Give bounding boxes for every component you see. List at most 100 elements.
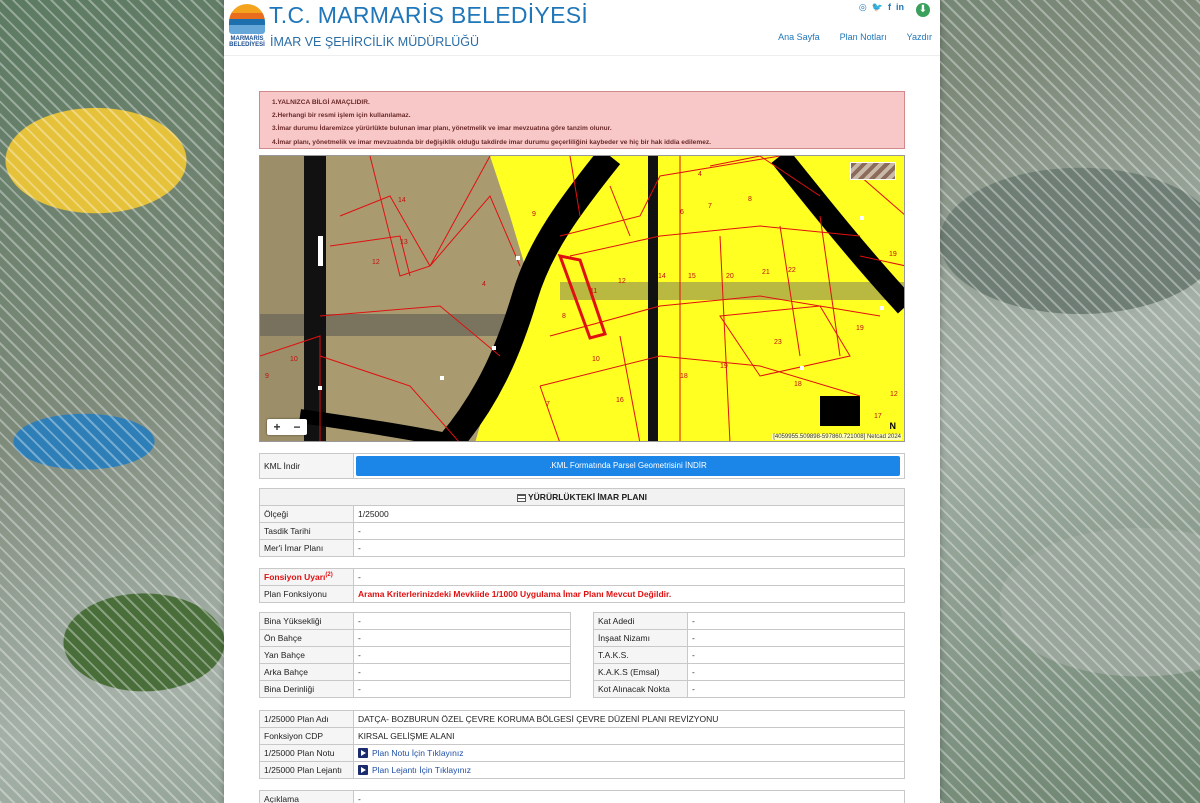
twitter-icon[interactable]: 🐦 — [872, 2, 883, 13]
nav-print[interactable]: Yazdır — [907, 32, 932, 42]
zoom-in-button[interactable]: + — [267, 419, 287, 435]
parcel-label: 15 — [688, 273, 696, 280]
plan25000-name-value: DATÇA- BOZBURUN ÖZEL ÇEVRE KORUMA BÖLGES… — [353, 710, 905, 728]
parcel-label: 6 — [680, 209, 684, 216]
plan-row-label: Mer'i İmar Planı — [259, 539, 354, 557]
building-label: Bina Derinliği — [259, 680, 354, 698]
cdp-function-label: Fonksiyon CDP — [259, 727, 354, 745]
building-label: K.A.K.S (Emsal) — [593, 663, 688, 681]
instagram-icon[interactable]: ◎ — [859, 2, 867, 13]
disclaimer-line: 1.YALNIZCA BİLGİ AMAÇLIDIR. — [272, 99, 370, 106]
zoom-out-button[interactable]: − — [287, 419, 307, 435]
play-icon — [358, 765, 368, 776]
header: MARMARİS BELEDİYESİ T.C. MARMARİS BELEDİ… — [224, 0, 940, 56]
parcel-label: 12 — [372, 259, 380, 266]
plan-row-value: 1/25000 — [353, 505, 905, 523]
map-coordinates: [4059955.509898-597860.721008] Netcad 20… — [772, 434, 902, 440]
plan-header-text: YÜRÜRLÜKTEKİ İMAR PLANI — [528, 492, 647, 502]
function-warning-label: Fonsiyon Uyarı(2) — [259, 568, 354, 586]
building-label: Bina Yüksekliği — [259, 612, 354, 630]
parcel-label: 18 — [680, 373, 688, 380]
plan-legend-link[interactable]: Plan Lejantı İçin Tıklayınız — [372, 765, 471, 775]
table-icon — [517, 493, 526, 502]
map-canvas[interactable]: 14 13 12 4 9 10 8 9 7 16 10 12 11 14 15 … — [260, 156, 905, 442]
site-subtitle: İMAR VE ŞEHİRCİLİK MÜDÜRLÜĞÜ — [270, 35, 480, 49]
parcel-label: 7 — [708, 203, 712, 210]
disclaimer-line: 2.Herhangi bir resmi işlem için kullanıl… — [272, 112, 411, 120]
facebook-icon[interactable]: f — [888, 2, 891, 13]
plan25000-name-label: 1/25000 Plan Adı — [259, 710, 354, 728]
building-value: - — [353, 646, 571, 664]
cdp-function-value: KIRSAL GELİŞME ALANI — [353, 727, 905, 745]
kml-section: KML İndir .KML Formatında Parsel Geometr… — [259, 453, 905, 479]
building-label: Yan Bahçe — [259, 646, 354, 664]
plan-section: YÜRÜRLÜKTEKİ İMAR PLANI Ölçeği 1/25000 T… — [259, 488, 905, 557]
plan-function-label: Plan Fonksiyonu — [259, 585, 354, 603]
north-arrow-icon: N — [889, 421, 897, 431]
site-title[interactable]: T.C. MARMARİS BELEDİYESİ — [269, 2, 588, 29]
parcel-label: 7 — [546, 401, 550, 408]
plan-row-label: Ölçeği — [259, 505, 354, 523]
building-label: Kot Alınacak Nokta — [593, 680, 688, 698]
building-label: İnşaat Nizamı — [593, 629, 688, 647]
plan25000-legend-label: 1/25000 Plan Lejantı — [259, 761, 354, 779]
social-links: ◎ 🐦 f in — [859, 2, 904, 13]
building-label: Ön Bahçe — [259, 629, 354, 647]
parcel-label: 10 — [592, 356, 600, 363]
function-warning-value: - — [353, 568, 905, 586]
building-label: Arka Bahçe — [259, 663, 354, 681]
plan25000-section: 1/25000 Plan Adı DATÇA- BOZBURUN ÖZEL ÇE… — [259, 710, 905, 779]
logo-emblem — [229, 4, 265, 34]
plan-note-link[interactable]: Plan Notu İçin Tıklayınız — [372, 748, 464, 758]
parcel-label: 16 — [616, 397, 624, 404]
plan-row-value: - — [353, 522, 905, 540]
plan25000-note-label: 1/25000 Plan Notu — [259, 744, 354, 762]
building-value: - — [353, 680, 571, 698]
parcel-label: 19 — [889, 251, 897, 258]
top-nav: Ana Sayfa Plan Notları Yazdır — [778, 32, 932, 42]
kml-download-button[interactable]: .KML Formatında Parsel Geometrisini İNDİ… — [356, 456, 900, 476]
parcel-label: 22 — [788, 267, 796, 274]
building-value: - — [687, 629, 905, 647]
parcel-label: 21 — [762, 269, 770, 276]
zoom-control: + − — [267, 419, 307, 435]
parcel-label: 9 — [265, 373, 269, 380]
building-right-table: Kat Adedi - İnşaat Nizamı - T.A.K.S. - K.A.… — [593, 612, 905, 698]
building-value: - — [353, 629, 571, 647]
building-label: T.A.K.S. — [593, 646, 688, 664]
parcel-label: 17 — [874, 413, 882, 420]
nav-plan-notes[interactable]: Plan Notları — [840, 32, 887, 42]
parcel-label: 19 — [856, 325, 864, 332]
parcel-label: 11 — [590, 288, 597, 295]
plan-row-value: - — [353, 539, 905, 557]
nav-home[interactable]: Ana Sayfa — [778, 32, 820, 42]
play-icon — [358, 748, 368, 759]
parcel-label: 8 — [562, 313, 566, 320]
function-section: Fonsiyon Uyarı(2) - Plan Fonksiyonu Aram… — [259, 568, 905, 603]
building-value: - — [687, 646, 905, 664]
municipality-logo[interactable]: MARMARİS BELEDİYESİ — [228, 4, 266, 54]
parcel-label: 8 — [748, 196, 752, 203]
parcel-label: 4 — [482, 281, 486, 288]
disclaimer-line: 4.İmar planı, yönetmelik ve imar mevzuat… — [272, 138, 711, 146]
plan-header: YÜRÜRLÜKTEKİ İMAR PLANI — [259, 488, 905, 506]
linkedin-icon[interactable]: in — [896, 2, 904, 13]
building-value: - — [687, 663, 905, 681]
kml-label: KML İndir — [259, 453, 354, 479]
disclaimer-line: 3.İmar durumu İdaremizce yürürlükte bulu… — [272, 125, 612, 133]
layer-switcher[interactable] — [850, 162, 896, 180]
disclaimer-box: 1.YALNIZCA BİLGİ AMAÇLIDIR. 2.Herhangi b… — [259, 91, 905, 149]
parcel-label: 13 — [400, 239, 408, 246]
description-section: Açıklama - — [259, 790, 905, 803]
download-icon[interactable]: ⬇ — [916, 3, 930, 17]
parcel-label: 9 — [532, 211, 536, 218]
plan-row-label: Tasdik Tarihi — [259, 522, 354, 540]
building-left-table: Bina Yüksekliği - Ön Bahçe - Yan Bahçe - Ar… — [259, 612, 571, 698]
parcel-map[interactable]: 14 13 12 4 9 10 8 9 7 16 10 12 11 14 15 … — [259, 155, 905, 442]
logo-text: MARMARİS BELEDİYESİ — [229, 36, 265, 48]
parcel-label: 14 — [398, 197, 406, 204]
parcel-label: 14 — [658, 273, 666, 280]
parcel-label: 10 — [290, 356, 298, 363]
building-value: - — [687, 680, 905, 698]
parcel-label: 18 — [794, 381, 802, 388]
